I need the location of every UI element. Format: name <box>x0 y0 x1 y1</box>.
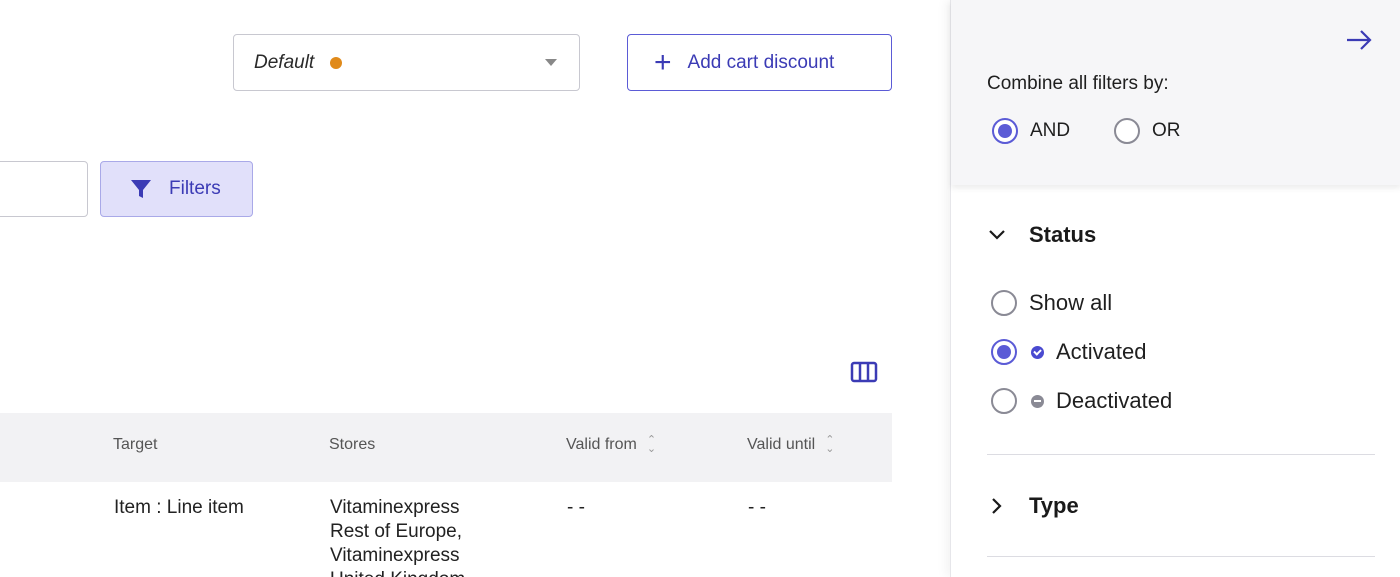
divider <box>987 556 1375 557</box>
minus-circle-icon <box>1031 394 1044 408</box>
sort-icon: ⌃ ⌄ <box>646 434 657 455</box>
cell-valid-from: - - <box>567 497 585 518</box>
add-cart-discount-button[interactable]: + Add cart discount <box>627 34 892 91</box>
column-header-valid-until[interactable]: Valid until ⌃ ⌄ <box>747 434 835 455</box>
status-show-all-radio[interactable]: Show all <box>991 290 1112 316</box>
column-header-target[interactable]: Target <box>113 436 157 454</box>
add-cart-discount-label: Add cart discount <box>687 51 835 73</box>
type-section-toggle[interactable]: Type <box>987 493 1079 519</box>
unsaved-indicator-dot <box>330 56 343 69</box>
columns-icon[interactable] <box>850 361 878 388</box>
filter-panel: Combine all filters by: AND OR Status Sh… <box>950 0 1400 577</box>
combine-and-radio[interactable]: AND <box>992 118 1070 144</box>
cell-valid-until: - - <box>748 497 766 518</box>
sort-icon: ⌃ ⌄ <box>825 434 835 455</box>
chevron-down-icon <box>989 230 1005 240</box>
view-select[interactable]: Default <box>233 34 580 91</box>
type-section-title: Type <box>1029 493 1079 518</box>
cell-stores: Vitaminexpress Rest of Europe, Vitaminex… <box>330 497 465 577</box>
status-deactivated-radio[interactable]: Deactivated <box>991 388 1172 414</box>
view-select-value: Default <box>254 51 315 73</box>
status-activated-radio[interactable]: Activated <box>991 339 1147 365</box>
search-input[interactable] <box>0 161 88 217</box>
divider <box>987 454 1375 455</box>
status-section-toggle[interactable]: Status <box>987 222 1096 248</box>
table-header: Target Stores Valid from ⌃ ⌄ Valid until … <box>0 413 892 482</box>
combine-or-radio[interactable]: OR <box>1114 118 1181 144</box>
plus-icon: + <box>654 45 672 79</box>
arrow-right-icon[interactable] <box>1344 28 1374 57</box>
filters-label: Filters <box>169 178 221 199</box>
filter-icon <box>131 180 151 198</box>
check-circle-icon <box>1031 345 1044 359</box>
column-header-stores[interactable]: Stores <box>329 436 375 454</box>
main-content: Default + Add cart discount Filters Targ… <box>0 0 950 577</box>
cell-target: Item : Line item <box>114 497 244 518</box>
caret-down-icon <box>545 59 557 66</box>
combine-section: Combine all filters by: AND OR <box>951 0 1400 185</box>
chevron-right-icon <box>992 498 1002 514</box>
filters-button[interactable]: Filters <box>100 161 253 217</box>
column-header-valid-from[interactable]: Valid from ⌃ ⌄ <box>566 434 657 455</box>
combine-label: Combine all filters by: <box>987 73 1169 94</box>
status-section-title: Status <box>1029 222 1097 247</box>
